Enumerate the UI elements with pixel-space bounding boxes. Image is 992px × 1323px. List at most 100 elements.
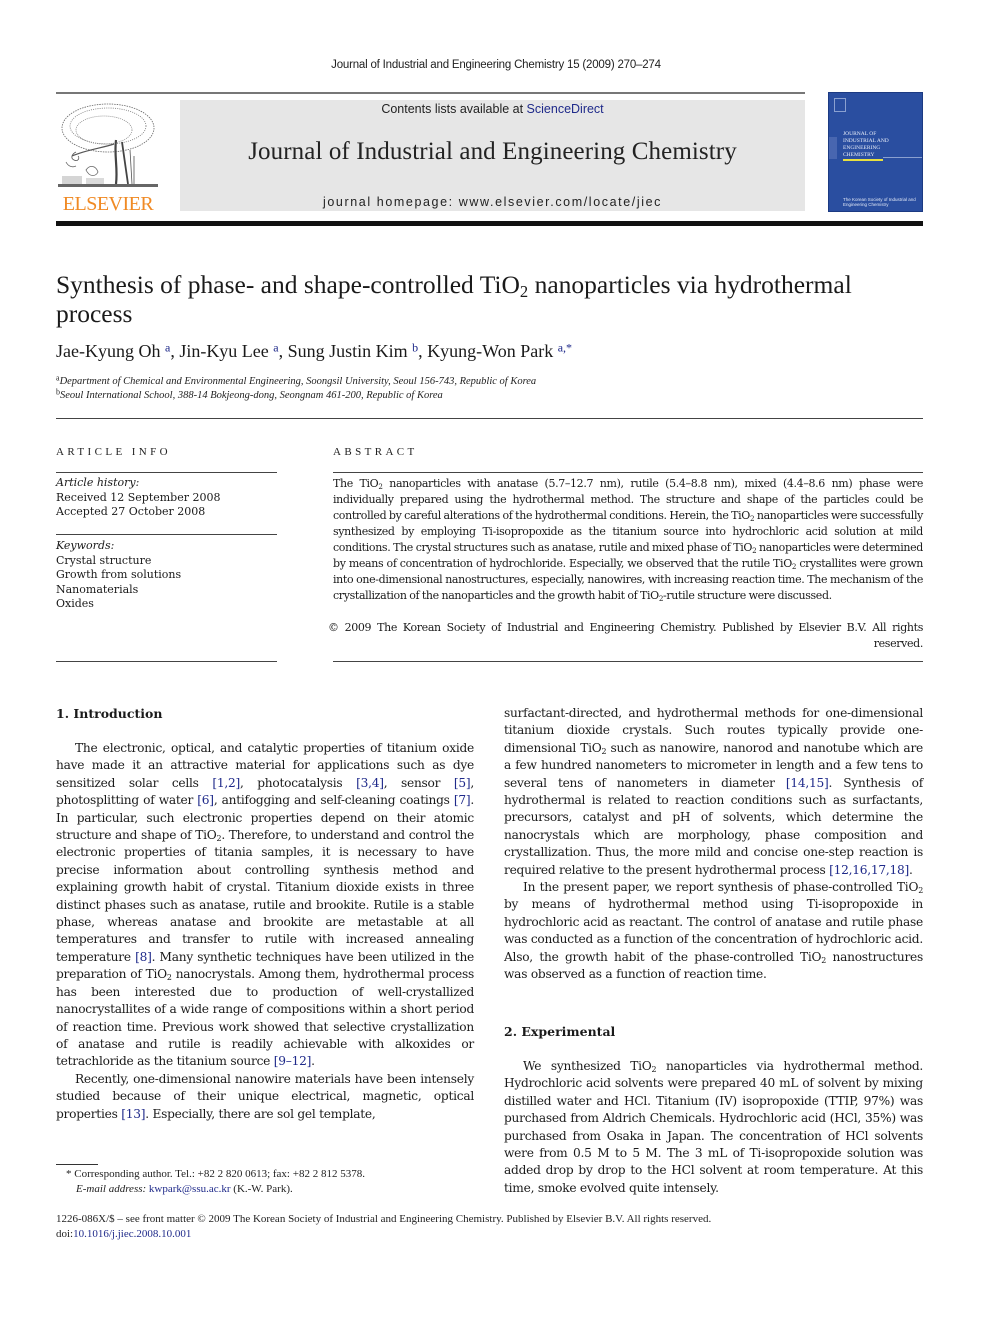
keywords: Keywords: Crystal structure Growth from … (56, 539, 277, 612)
divider (56, 661, 277, 662)
author-affiliation-mark[interactable]: a (165, 341, 170, 355)
email-link[interactable]: kwpark@ssu.ac.kr (149, 1183, 231, 1195)
keywords-label: Keywords: (56, 539, 115, 552)
accepted-date: Accepted 27 October 2008 (56, 505, 206, 518)
journal-homepage[interactable]: journal homepage: www.elsevier.com/locat… (180, 195, 805, 209)
article-history-label: Article history: (56, 476, 140, 489)
subscript: 2 (918, 886, 923, 896)
cover-title: Journal of Industrial and Engineering Ch… (843, 131, 889, 159)
masthead-box: Contents lists available at ScienceDirec… (180, 100, 805, 211)
front-matter: 1226-086X/$ – see front matter © 2009 Th… (56, 1212, 926, 1241)
subscript: 2 (651, 1064, 657, 1074)
author-affiliation-mark[interactable]: a,* (558, 341, 572, 355)
email-line: E-mail address: kwpark@ssu.ac.kr (K.-W. … (56, 1182, 476, 1197)
citation-link[interactable]: [8] (135, 950, 152, 964)
author-name[interactable]: Jae-Kyung Oh (56, 341, 160, 361)
subscript: 2 (821, 955, 827, 965)
title-subscript: 2 (519, 282, 529, 302)
abstract-heading: ABSTRACT (333, 446, 418, 458)
masthead-bottom-rule (56, 221, 923, 226)
abstract-segment: -rutile structure were discussed. (663, 589, 832, 602)
article-info-heading: ARTICLE INFO (56, 446, 171, 458)
citation-link[interactable]: [9–12] (274, 1054, 312, 1068)
subscript: 2 (166, 973, 172, 983)
footnote-rule (56, 1164, 98, 1165)
email-suffix: (K.-W. Park). (230, 1182, 293, 1195)
author-affiliation-mark[interactable]: b (412, 341, 418, 355)
author-name[interactable]: Sung Justin Kim (288, 341, 408, 361)
article-history: Article history: Received 12 September 2… (56, 476, 277, 520)
body-column-left: The electronic, optical, and catalytic p… (56, 740, 474, 1123)
title-divider (56, 418, 923, 419)
received-date: Received 12 September 2008 (56, 490, 221, 504)
article-title: Synthesis of phase- and shape-controlled… (56, 270, 926, 328)
issn-line: 1226-086X/$ – see front matter © 2009 Th… (56, 1213, 712, 1225)
citation-link[interactable]: [5] (454, 776, 471, 790)
abstract-copyright: © 2009 The Korean Society of Industrial … (328, 621, 923, 650)
contents-line: Contents lists available at ScienceDirec… (180, 102, 805, 116)
email-label: E-mail address: (76, 1182, 147, 1195)
divider (56, 472, 277, 473)
affiliation-text: Seoul International School, 388-14 Bokje… (60, 390, 443, 401)
keyword-item: Growth from solutions (56, 568, 182, 581)
masthead-top-rule (56, 92, 805, 94)
divider (333, 472, 923, 473)
cover-title-line: Journal of (843, 131, 877, 137)
body-column-right: surfactant-directed, and hydrothermal me… (504, 705, 923, 984)
elsevier-logo[interactable]: ELSEVIER (56, 100, 160, 215)
divider (333, 661, 923, 662)
cover-title-line: Chemistry (843, 152, 875, 158)
doi-link[interactable]: 10.1016/j.jiec.2008.10.001 (73, 1228, 191, 1240)
subscript: 2 (216, 834, 222, 843)
corresponding-author-note: * Corresponding author. Tel.: +82 2 820 … (66, 1168, 365, 1180)
running-head: Journal of Industrial and Engineering Ch… (331, 59, 661, 71)
paragraph: Recently, one-dimensional nanowire mater… (56, 1071, 474, 1121)
affiliation-item: aDepartment of Chemical and Environmenta… (56, 374, 926, 389)
cover-title-line: Industrial and (843, 138, 889, 144)
citation-link[interactable]: [14,15] (786, 776, 829, 790)
abstract-text: The TiO2 nanoparticles with anatase (5.7… (333, 476, 923, 604)
keyword-item: Oxides (56, 597, 94, 610)
doi-prefix: doi: (56, 1227, 74, 1240)
citation-link[interactable]: [7] (454, 793, 471, 807)
author-list: Jae-Kyung Oh a, Jin-Kyu Lee a, Sung Just… (56, 340, 573, 361)
citation-link[interactable]: [6] (197, 793, 214, 807)
affiliation-item: bSeoul International School, 388-14 Bokj… (56, 388, 926, 403)
cover-rule (883, 157, 922, 158)
cover-yellow-bar (843, 159, 883, 161)
subscript: 2 (601, 746, 607, 756)
keyword-item: Crystal structure (56, 553, 152, 567)
keyword-item: Nanomaterials (56, 582, 139, 596)
title-text: Synthesis of phase- and shape-controlled… (56, 270, 520, 299)
paragraph: We synthesized TiO2 nanoparticles via hy… (504, 1059, 923, 1195)
section-heading-introduction: 1. Introduction (56, 706, 163, 721)
author-name[interactable]: Kyung-Won Park (427, 341, 553, 361)
footnote: * Corresponding author. Tel.: +82 2 820 … (56, 1167, 476, 1196)
divider (56, 534, 277, 535)
paragraph: The electronic, optical, and catalytic p… (56, 741, 475, 1069)
elsevier-tree-icon (58, 103, 158, 187)
citation-link[interactable]: [13] (121, 1107, 145, 1121)
abstract-segment: The TiO (333, 477, 379, 490)
citation-link[interactable]: [3,4] (356, 776, 384, 790)
journal-title: Journal of Industrial and Engineering Ch… (248, 138, 737, 165)
body-column-right-lower: We synthesized TiO2 nanoparticles via hy… (504, 1058, 923, 1197)
cover-title-line: Engineering (843, 145, 881, 151)
citation-link[interactable]: [12,16,17,18] (829, 863, 909, 877)
author-affiliation-mark[interactable]: a (273, 341, 278, 355)
paragraph-continued: surfactant-directed, and hydrothermal me… (504, 706, 923, 877)
doi-line: doi:10.1016/j.jiec.2008.10.001 (56, 1227, 926, 1242)
cover-decoration (829, 137, 837, 159)
cover-publisher: The Korean Society of Industrial and Eng… (843, 197, 916, 207)
affiliations: aDepartment of Chemical and Environmenta… (56, 374, 926, 403)
paragraph: In the present paper, we report synthesi… (504, 880, 923, 982)
cover-emblem-icon (834, 98, 846, 112)
sciencedirect-link[interactable]: ScienceDirect (527, 102, 604, 116)
author-name[interactable]: Jin-Kyu Lee (179, 341, 268, 361)
contents-prefix: Contents lists available at (381, 102, 527, 116)
affiliation-text: Department of Chemical and Environmental… (59, 376, 537, 387)
section-heading-experimental: 2. Experimental (504, 1024, 616, 1039)
citation-link[interactable]: [1,2] (212, 776, 240, 790)
journal-cover-image[interactable]: Journal of Industrial and Engineering Ch… (828, 92, 923, 212)
elsevier-wordmark: ELSEVIER (62, 193, 154, 215)
